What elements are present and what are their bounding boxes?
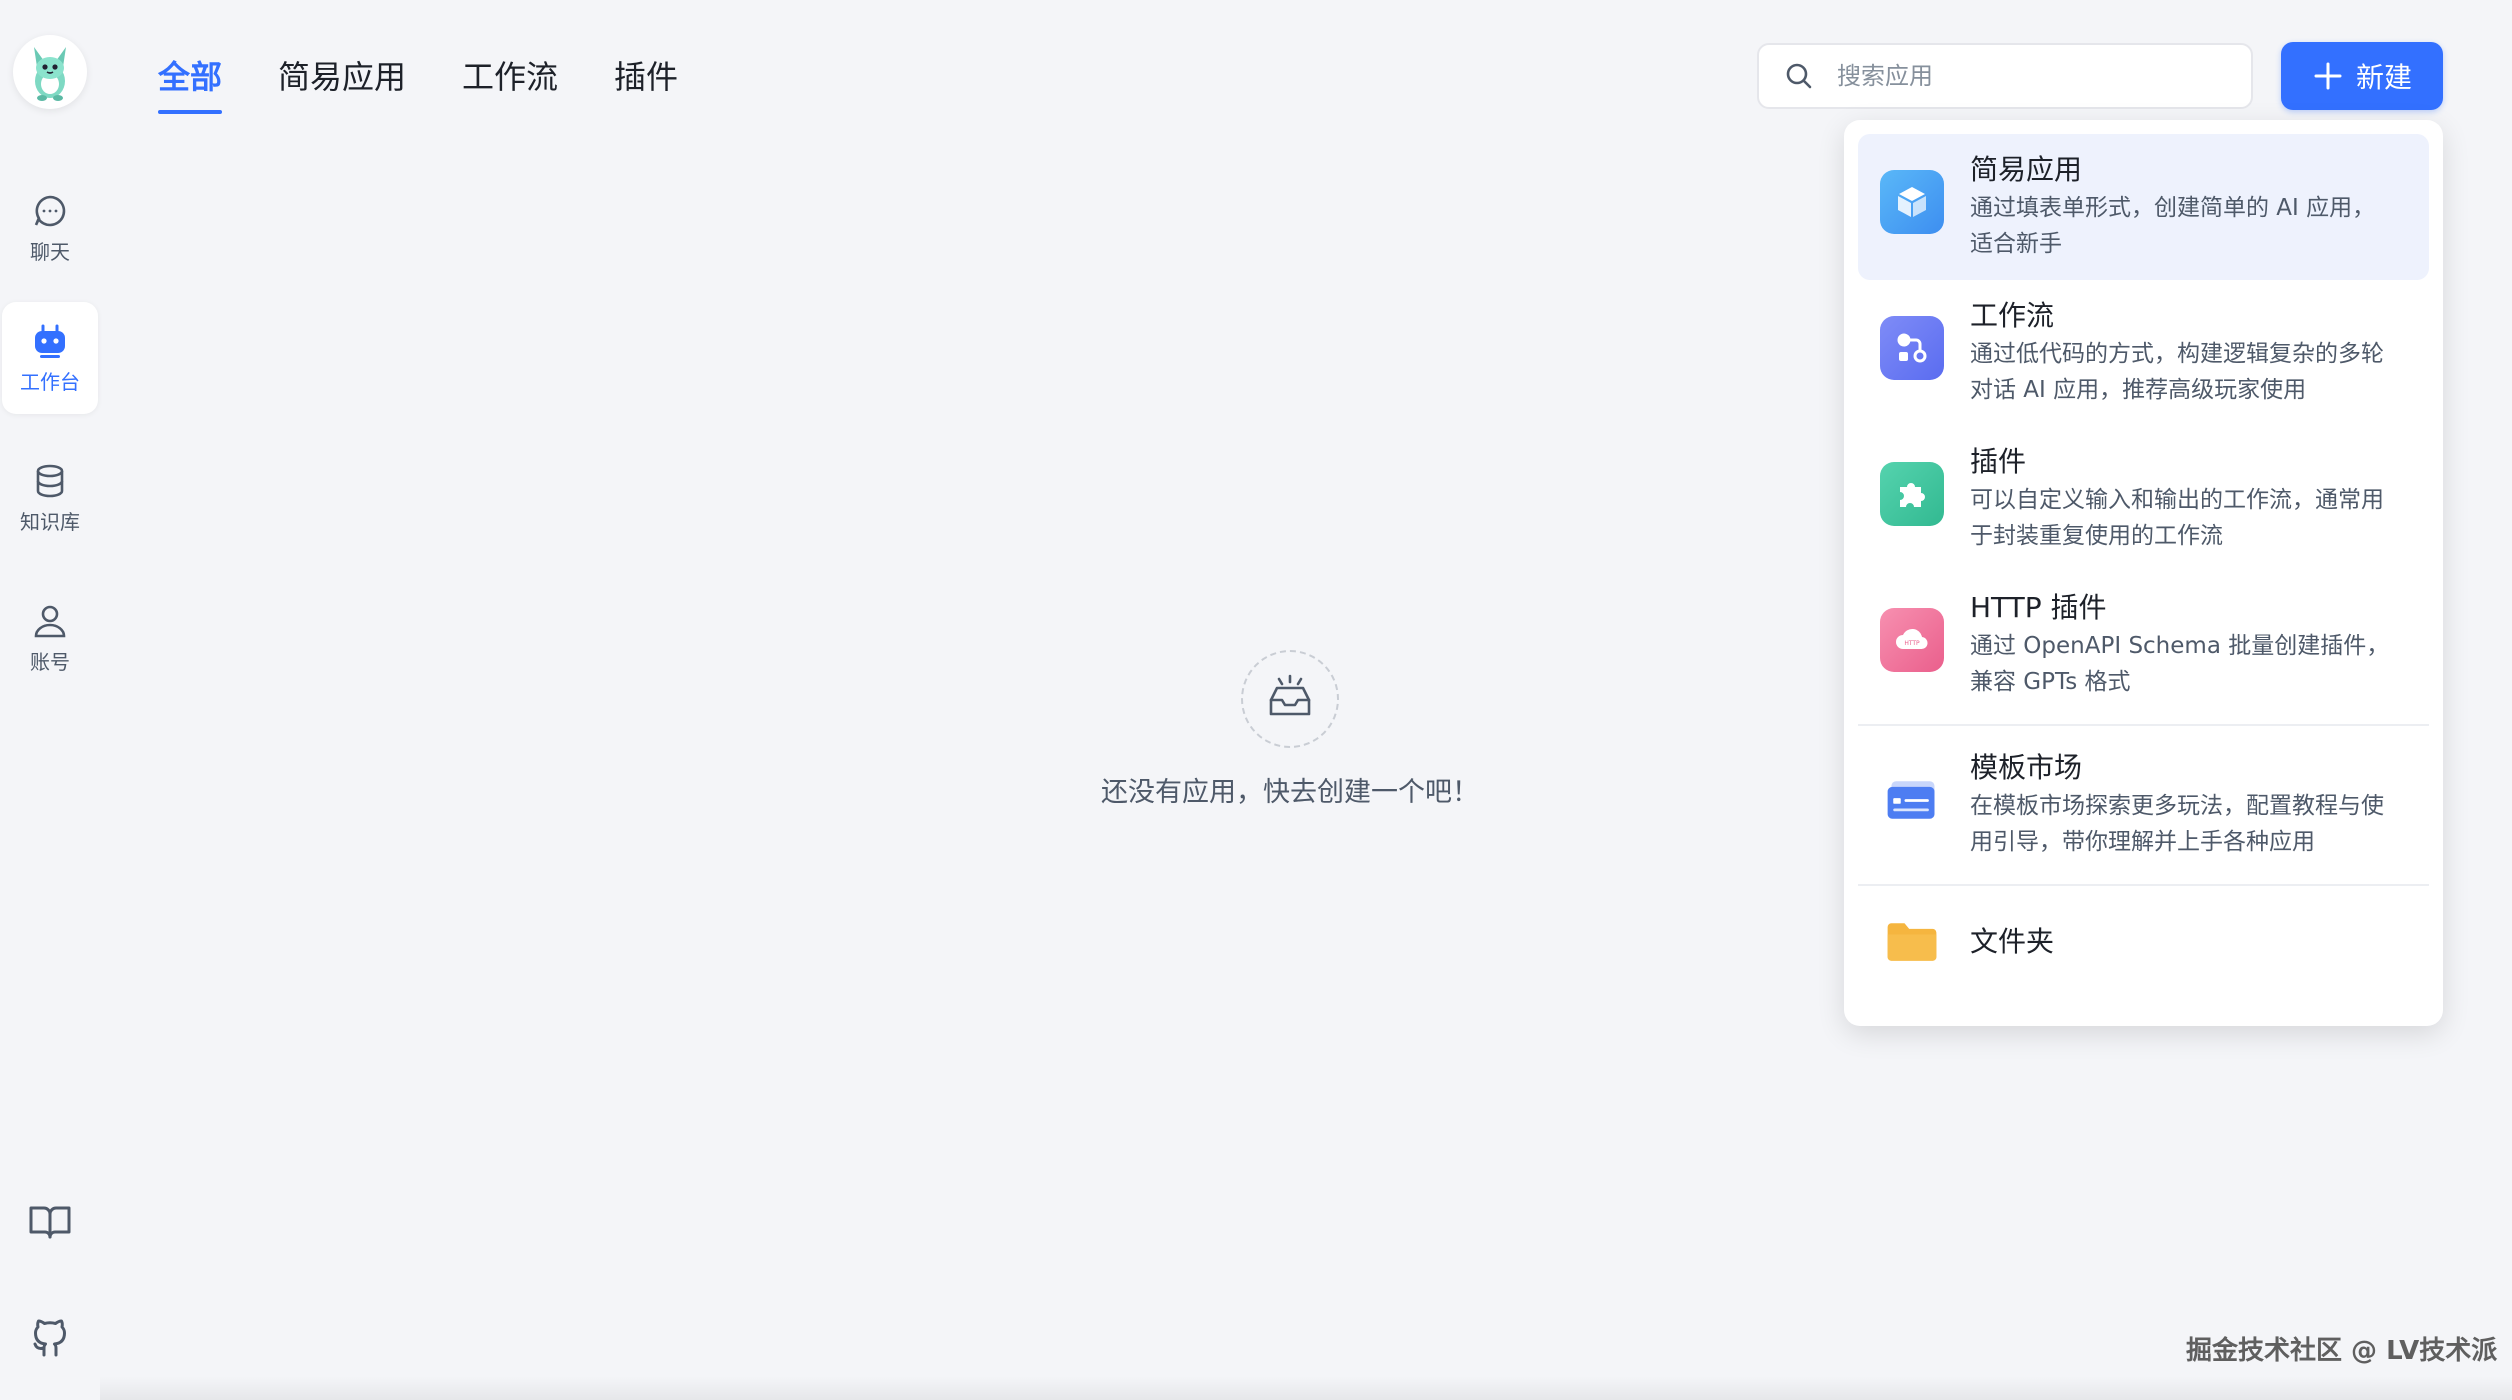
menu-item-simple-app[interactable]: 简易应用 通过填表单形式，创建简单的 AI 应用， 适合新手 — [1858, 134, 2429, 280]
cube-icon — [1880, 170, 1944, 234]
sidebar-item-workbench[interactable]: 工作台 — [2, 302, 98, 414]
tab-workflow[interactable]: 工作流 — [462, 48, 558, 114]
search-input[interactable] — [1835, 61, 2239, 91]
menu-item-title: 插件 — [1970, 445, 2027, 478]
puzzle-icon — [1880, 462, 1944, 526]
empty-state-text: 还没有应用，快去创建一个吧！ — [1101, 777, 1479, 808]
logo[interactable] — [13, 35, 87, 109]
plus-icon — [2314, 62, 2342, 90]
menu-item-title: 工作流 — [1970, 299, 2055, 332]
menu-item-workflow[interactable]: 工作流 通过低代码的方式，构建逻辑复杂的多轮 对话 AI 应用，推荐高级玩家使用 — [1858, 280, 2429, 426]
sidebar-item-label: 账号 — [30, 649, 70, 674]
workflow-icon — [1880, 316, 1944, 380]
menu-item-template-market[interactable]: 模板市场 在模板市场探索更多玩法，配置教程与使 用引导，带你理解并上手各种应用 — [1858, 732, 2429, 878]
watermark: 掘金技术社区 @ LV技术派 — [2186, 1336, 2498, 1366]
menu-divider — [1858, 724, 2429, 726]
menu-item-title: 模板市场 — [1970, 751, 2083, 784]
menu-item-http-plugin[interactable]: HTTP HTTP 插件 通过 OpenAPI Schema 批量创建插件， 兼… — [1858, 572, 2429, 718]
github-icon — [33, 1319, 66, 1357]
sidebar-item-label: 知识库 — [20, 509, 80, 534]
empty-state-graphic — [1241, 650, 1339, 748]
docs-button[interactable] — [24, 1196, 76, 1248]
menu-item-title: 简易应用 — [1970, 153, 2083, 186]
menu-item-title: HTTP 插件 — [1970, 591, 2107, 624]
menu-item-desc: 可以自定义输入和输出的工作流，通常用 于封装重复使用的工作流 — [1970, 487, 2384, 549]
book-icon — [29, 1206, 71, 1239]
menu-item-desc: 在模板市场探索更多玩法，配置教程与使 用引导，带你理解并上手各种应用 — [1970, 793, 2384, 855]
github-button[interactable] — [24, 1312, 76, 1364]
database-icon — [36, 464, 64, 497]
sidebar-item-knowledge[interactable]: 知识库 — [2, 442, 98, 554]
app-type-tabs: 全部 简易应用 工作流 插件 — [158, 48, 734, 114]
search-box — [1757, 43, 2253, 109]
menu-item-desc: 通过低代码的方式，构建逻辑复杂的多轮 对话 AI 应用，推荐高级玩家使用 — [1970, 341, 2384, 403]
empty-state: 还没有应用，快去创建一个吧！ — [1000, 650, 1580, 809]
user-icon — [34, 605, 66, 637]
tab-simple-app[interactable]: 简易应用 — [278, 48, 406, 114]
folder-icon — [1880, 910, 1944, 974]
robot-icon — [35, 324, 65, 358]
new-app-dropdown: 简易应用 通过填表单形式，创建简单的 AI 应用， 适合新手 工作流 通过低代码… — [1844, 120, 2443, 1026]
chat-icon — [34, 195, 66, 226]
menu-item-desc: 通过填表单形式，创建简单的 AI 应用， 适合新手 — [1970, 195, 2376, 257]
sidebar-item-label: 工作台 — [20, 369, 80, 394]
sidebar-item-chat[interactable]: 聊天 — [2, 172, 98, 284]
sidebar-item-label: 聊天 — [30, 239, 70, 264]
sidebar-item-account[interactable]: 账号 — [2, 582, 98, 694]
svg-text:HTTP: HTTP — [1904, 640, 1920, 647]
new-button[interactable]: 新建 — [2281, 42, 2443, 110]
template-card-icon — [1880, 768, 1944, 832]
empty-inbox-icon — [1269, 674, 1311, 716]
search-icon — [1786, 63, 1812, 89]
menu-item-desc: 通过 OpenAPI Schema 批量创建插件， 兼容 GPTs 格式 — [1970, 633, 2390, 695]
bottom-edge-shadow — [100, 1376, 2512, 1400]
new-button-label: 新建 — [2355, 61, 2412, 94]
sidebar: 聊天 工作台 知识库 账号 — [0, 0, 100, 1400]
menu-item-folder[interactable]: 文件夹 — [1858, 892, 2429, 992]
menu-item-plugin[interactable]: 插件 可以自定义输入和输出的工作流，通常用 于封装重复使用的工作流 — [1858, 426, 2429, 572]
tab-all[interactable]: 全部 — [158, 48, 223, 114]
menu-divider — [1858, 884, 2429, 886]
http-cloud-icon: HTTP — [1880, 608, 1944, 672]
mascot-logo-icon — [34, 47, 66, 101]
menu-item-title: 文件夹 — [1970, 925, 2055, 958]
tab-plugin[interactable]: 插件 — [614, 48, 678, 114]
